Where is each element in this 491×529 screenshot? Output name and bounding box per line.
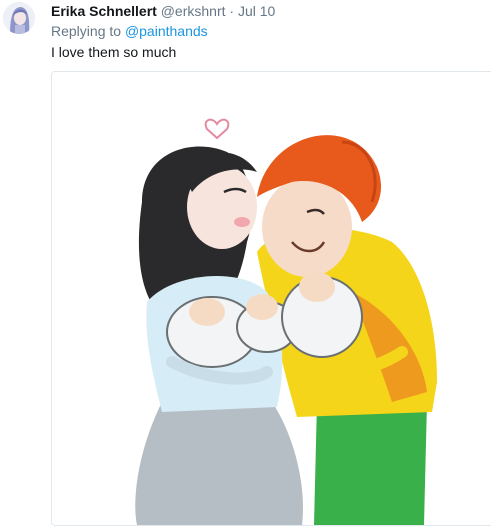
tweet[interactable]: Erika Schnellert @erkshnrt · Jul 10 Repl… [0, 0, 491, 529]
replying-to-line: Replying to @painthands [51, 22, 208, 40]
illustration-icon [52, 72, 491, 525]
replying-to-prefix: Replying to [51, 23, 122, 39]
replying-to-mention[interactable]: @painthands [125, 23, 208, 39]
user-avatar-icon [3, 2, 35, 34]
separator-dot: · [229, 3, 235, 19]
author-handle[interactable]: @erkshnrt [161, 3, 226, 19]
tweet-media-image[interactable] [51, 71, 491, 526]
tweet-text: I love them so much [51, 44, 177, 60]
tweet-date[interactable]: Jul 10 [238, 3, 275, 19]
avatar[interactable] [3, 2, 35, 34]
author-name[interactable]: Erika Schnellert [51, 3, 157, 19]
tweet-header: Erika Schnellert @erkshnrt · Jul 10 [51, 2, 275, 20]
